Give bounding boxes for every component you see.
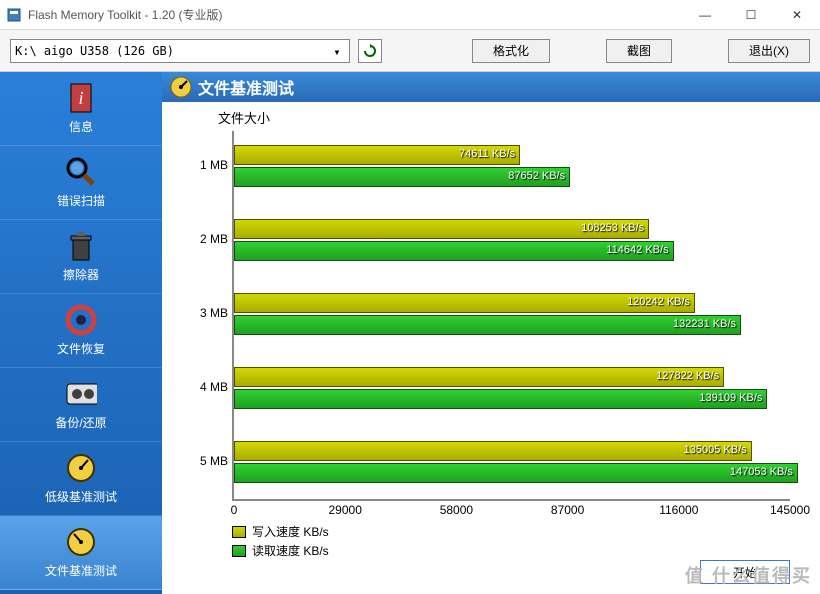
bar-value-label: 114642 KB/s	[606, 244, 668, 256]
bar-value-label: 120242 KB/s	[627, 296, 690, 308]
bar-value-label: 139109 KB/s	[699, 392, 762, 404]
bar-value-label: 74611 KB/s	[459, 148, 515, 160]
chart-ylabel: 1 MB	[184, 158, 228, 172]
sidebar-item-4[interactable]: 备份/还原	[0, 368, 162, 442]
drive-select-value: K:\ aigo U358 (126 GB)	[15, 44, 174, 58]
magnifier-icon	[65, 156, 97, 188]
sidebar-item-label: 备份/还原	[55, 414, 106, 431]
chart-subtitle: 文件大小	[182, 108, 800, 127]
recover-icon	[65, 304, 97, 336]
chart-legend: 写入速度 KB/s 读取速度 KB/s	[232, 523, 800, 559]
window-title: Flash Memory Toolkit - 1.20 (专业版)	[28, 6, 223, 23]
bar-value-label: 87652 KB/s	[508, 170, 565, 182]
chart-xtick: 116000	[659, 503, 698, 517]
maximize-button[interactable]: ☐	[728, 0, 774, 30]
sidebar-item-1[interactable]: 错误扫描	[0, 146, 162, 220]
chart-ylabel: 4 MB	[184, 380, 228, 394]
bar-value-label: 132231 KB/s	[673, 318, 736, 330]
sidebar-item-6[interactable]: 文件基准测试	[0, 516, 162, 590]
write-bar: 120242 KB/s	[234, 293, 695, 313]
sidebar-item-5[interactable]: 低级基准测试	[0, 442, 162, 516]
sidebar-item-label: 错误扫描	[57, 192, 105, 209]
main-header: 文件基准测试	[162, 72, 820, 102]
read-bar: 139109 KB/s	[234, 389, 767, 409]
chart-xtick: 145000	[770, 503, 810, 517]
gauge-header-icon	[170, 76, 192, 98]
sidebar-item-3[interactable]: 文件恢复	[0, 294, 162, 368]
bar-value-label: 135005 KB/s	[684, 444, 747, 456]
tape-icon	[65, 378, 97, 410]
bar-value-label: 127822 KB/s	[656, 370, 719, 382]
sidebar-item-2[interactable]: 擦除器	[0, 220, 162, 294]
bar-value-label: 108253 KB/s	[581, 222, 644, 234]
write-bar: 135005 KB/s	[234, 441, 752, 461]
legend-write-label: 写入速度 KB/s	[252, 523, 329, 540]
chart-ylabel: 2 MB	[184, 232, 228, 246]
chart-ylabel: 5 MB	[184, 454, 228, 468]
sidebar-item-0[interactable]: i 信息	[0, 72, 162, 146]
svg-text:i: i	[78, 88, 83, 108]
screenshot-button[interactable]: 截图	[606, 39, 672, 63]
legend-write-swatch	[232, 526, 246, 538]
read-bar: 132231 KB/s	[234, 315, 741, 335]
close-button[interactable]: ✕	[774, 0, 820, 30]
chart-xtick: 29000	[329, 503, 362, 517]
write-bar: 74611 KB/s	[234, 145, 520, 165]
gauge-icon	[65, 452, 97, 484]
drive-select[interactable]: K:\ aigo U358 (126 GB) ▾	[10, 39, 350, 63]
chart-xtick: 58000	[440, 503, 473, 517]
format-button[interactable]: 格式化	[472, 39, 550, 63]
chart-xtick: 87000	[551, 503, 584, 517]
sidebar-item-label: 文件基准测试	[45, 562, 117, 579]
sidebar-item-label: 低级基准测试	[45, 488, 117, 505]
legend-read-swatch	[232, 545, 246, 557]
start-button[interactable]: 开始	[700, 560, 790, 584]
sidebar: i 信息错误扫描擦除器文件恢复备份/还原低级基准测试文件基准测试	[0, 72, 162, 594]
read-bar: 147053 KB/s	[234, 463, 798, 483]
benchmark-chart: 1 MB74611 KB/s87652 KB/s2 MB108253 KB/s1…	[232, 131, 790, 501]
trash-icon	[65, 230, 97, 262]
gauge2-icon	[65, 526, 97, 558]
chevron-down-icon: ▾	[329, 44, 345, 60]
main-title: 文件基准测试	[198, 75, 294, 99]
bar-value-label: 147053 KB/s	[730, 466, 793, 478]
sidebar-item-label: 擦除器	[63, 266, 99, 283]
read-bar: 114642 KB/s	[234, 241, 674, 261]
chart-ylabel: 3 MB	[184, 306, 228, 320]
refresh-icon	[363, 44, 377, 58]
minimize-button[interactable]: —	[682, 0, 728, 30]
info-icon: i	[65, 82, 97, 114]
read-bar: 87652 KB/s	[234, 167, 570, 187]
chart-xtick: 0	[231, 503, 238, 517]
sidebar-item-label: 文件恢复	[57, 340, 105, 357]
refresh-button[interactable]	[358, 39, 382, 63]
app-icon	[6, 7, 22, 23]
write-bar: 108253 KB/s	[234, 219, 649, 239]
write-bar: 127822 KB/s	[234, 367, 724, 387]
sidebar-item-label: 信息	[69, 118, 93, 135]
exit-button[interactable]: 退出(X)	[728, 39, 810, 63]
legend-read-label: 读取速度 KB/s	[252, 542, 329, 559]
